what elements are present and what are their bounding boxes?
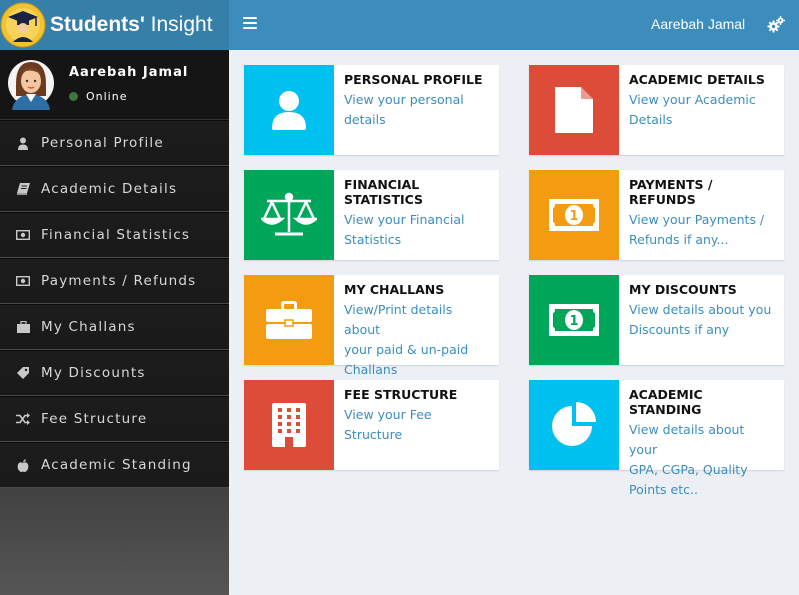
card-academic-standing[interactable]: ACADEMIC STANDING View details about you… xyxy=(529,380,784,497)
briefcase-icon xyxy=(244,275,334,365)
balance-scale-icon xyxy=(244,170,334,260)
sidebar: Aarebah Jamal Online Personal Profile Ac… xyxy=(0,50,229,595)
user-panel: Aarebah Jamal Online xyxy=(0,50,229,120)
sidebar-item-financial-statistics[interactable]: Financial Statistics xyxy=(0,212,229,258)
briefcase-icon xyxy=(16,320,30,334)
sidebar-item-label: Fee Structure xyxy=(41,411,148,427)
user-status: Online xyxy=(69,90,127,103)
money-icon xyxy=(16,228,30,242)
online-status-icon xyxy=(69,92,78,101)
money-bill-icon: 1 xyxy=(529,170,619,260)
card-title: PERSONAL PROFILE xyxy=(344,72,483,87)
user-icon xyxy=(244,65,334,155)
card-financial-statistics[interactable]: FINANCIAL STATISTICS View your Financial… xyxy=(244,170,499,260)
card-my-challans[interactable]: MY CHALLANS View/Print details about your… xyxy=(244,275,499,377)
money-icon xyxy=(16,274,30,288)
building-icon xyxy=(244,380,334,470)
sidebar-item-academic-details[interactable]: Academic Details xyxy=(0,166,229,212)
card-description[interactable]: View details about you Discounts if any xyxy=(629,300,771,340)
sidebar-toggle-button[interactable] xyxy=(243,17,257,33)
sidebar-item-label: Financial Statistics xyxy=(41,227,191,243)
sidebar-item-label: Personal Profile xyxy=(41,135,164,151)
money-bill-icon: 1 xyxy=(529,275,619,365)
sidebar-item-label: My Challans xyxy=(41,319,136,335)
top-navbar: Aarebah Jamal xyxy=(229,0,799,50)
sidebar-item-label: Academic Details xyxy=(41,181,178,197)
sidebar-user-name: Aarebah Jamal xyxy=(69,65,189,80)
card-academic-details[interactable]: ACADEMIC DETAILS View your Academic Detai… xyxy=(529,65,784,155)
gears-icon[interactable] xyxy=(767,16,785,34)
card-description[interactable]: View/Print details about your paid & un-p… xyxy=(344,300,489,380)
status-label: Online xyxy=(86,90,128,103)
sidebar-item-academic-standing[interactable]: Academic Standing xyxy=(0,442,229,488)
sidebar-item-personal-profile[interactable]: Personal Profile xyxy=(0,120,229,166)
card-title: MY CHALLANS xyxy=(344,282,445,297)
sidebar-item-my-challans[interactable]: My Challans xyxy=(0,304,229,350)
sidebar-item-label: Academic Standing xyxy=(41,457,192,473)
card-title: ACADEMIC DETAILS xyxy=(629,72,765,87)
svg-text:1: 1 xyxy=(569,209,578,224)
sidebar-item-fee-structure[interactable]: Fee Structure xyxy=(0,396,229,442)
card-title: ACADEMIC STANDING xyxy=(629,387,703,417)
card-description[interactable]: View your Academic Details xyxy=(629,90,765,130)
card-description[interactable]: View your Payments / Refunds if any... xyxy=(629,210,774,250)
apple-icon xyxy=(16,458,30,472)
sidebar-item-payments-refunds[interactable]: Payments / Refunds xyxy=(0,258,229,304)
sidebar-item-my-discounts[interactable]: My Discounts xyxy=(0,350,229,396)
card-payments-refunds[interactable]: 1 PAYMENTS / REFUNDS View your Payments … xyxy=(529,170,784,260)
navbar-user-name[interactable]: Aarebah Jamal xyxy=(651,16,745,32)
sidebar-menu: Personal Profile Academic Details Financ… xyxy=(0,120,229,488)
sidebar-item-label: Payments / Refunds xyxy=(41,273,197,289)
sidebar-item-label: My Discounts xyxy=(41,365,146,381)
user-icon xyxy=(16,136,30,150)
card-my-discounts[interactable]: 1 MY DISCOUNTS View details about you Dis… xyxy=(529,275,784,365)
card-fee-structure[interactable]: FEE STRUCTURE View your Fee Structure xyxy=(244,380,499,470)
card-personal-profile[interactable]: PERSONAL PROFILE View your personal detai… xyxy=(244,65,499,155)
pie-chart-icon xyxy=(529,380,619,470)
brand-logo[interactable]: Students' Insight xyxy=(0,0,229,50)
tag-icon xyxy=(16,366,30,380)
brand-title: Students' Insight xyxy=(50,13,213,36)
book-icon xyxy=(16,182,30,196)
avatar xyxy=(8,56,54,110)
card-title: MY DISCOUNTS xyxy=(629,282,737,297)
graduation-cap-icon xyxy=(0,2,46,48)
svg-text:1: 1 xyxy=(569,314,578,329)
card-description[interactable]: View your Financial Statistics xyxy=(344,210,489,250)
card-title: PAYMENTS / REFUNDS xyxy=(629,177,713,207)
random-icon xyxy=(16,412,30,426)
card-description[interactable]: View your personal details xyxy=(344,90,483,130)
card-title: FINANCIAL STATISTICS xyxy=(344,177,424,207)
file-icon xyxy=(529,65,619,155)
card-description[interactable]: View details about your GPA, CGPa, Qualit… xyxy=(629,420,774,500)
card-description[interactable]: View your Fee Structure xyxy=(344,405,489,445)
card-title: FEE STRUCTURE xyxy=(344,387,458,402)
